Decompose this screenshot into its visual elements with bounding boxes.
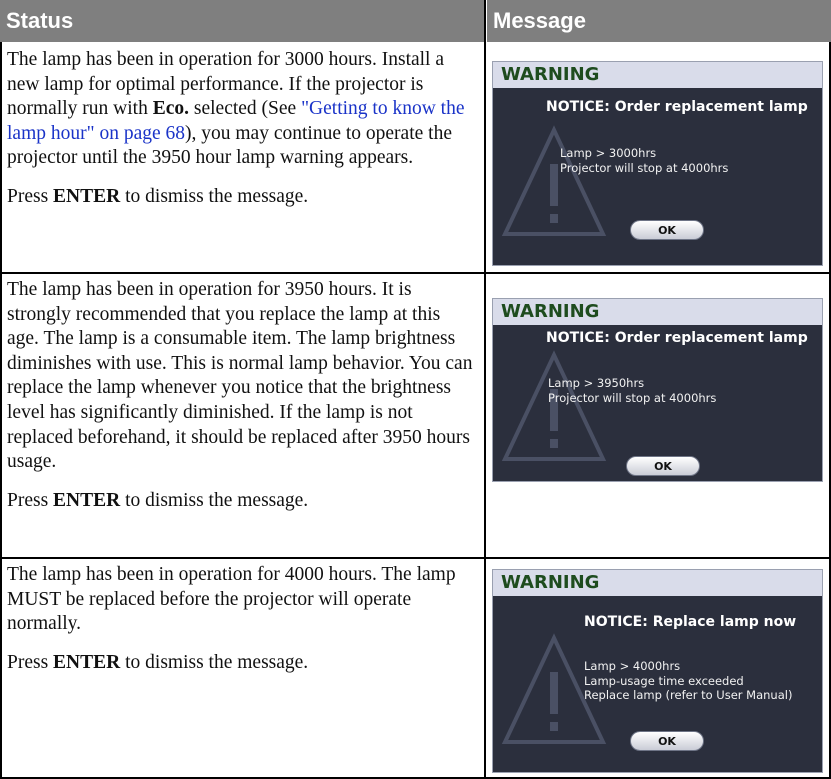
row-divider bbox=[0, 557, 831, 559]
table-row-status-cell: The lamp has been in operation for 3950 … bbox=[7, 278, 475, 527]
dismiss-instruction: Press ENTER to dismiss the message. bbox=[7, 651, 309, 673]
ok-button[interactable]: OK bbox=[630, 731, 704, 751]
dialog-notice: NOTICE: Replace lamp now bbox=[584, 614, 797, 630]
row-divider bbox=[0, 272, 831, 274]
warning-dialog: WARNING NOTICE: Order replacement lamp L… bbox=[492, 61, 823, 266]
dialog-details: Lamp > 3000hrs Projector will stop at 40… bbox=[560, 146, 729, 175]
dialog-details: Lamp > 4000hrs Lamp-usage time exceeded … bbox=[584, 659, 793, 702]
dialog-title: WARNING bbox=[493, 299, 822, 325]
dialog-notice: NOTICE: Order replacement lamp bbox=[546, 330, 808, 346]
warning-triangle-icon bbox=[501, 125, 607, 236]
table-column-divider bbox=[484, 0, 486, 779]
warning-triangle-icon bbox=[501, 350, 607, 461]
status-description: The lamp has been in operation for 3950 … bbox=[7, 279, 473, 473]
dialog-details: Lamp > 3950hrs Projector will stop at 40… bbox=[548, 376, 717, 405]
ok-button[interactable]: OK bbox=[630, 220, 704, 240]
dialog-title: WARNING bbox=[493, 62, 822, 88]
status-description: The lamp has been in operation for 4000 … bbox=[7, 564, 456, 635]
warning-dialog: WARNING NOTICE: Order replacement lamp L… bbox=[492, 298, 823, 482]
status-description: The lamp has been in operation for 3000 … bbox=[7, 49, 465, 169]
ok-button[interactable]: OK bbox=[626, 456, 700, 476]
warning-dialog: WARNING NOTICE: Replace lamp now Lamp > … bbox=[492, 569, 823, 773]
table-border-left bbox=[0, 42, 2, 779]
column-header-message: Message bbox=[487, 0, 831, 42]
dialog-title: WARNING bbox=[493, 570, 822, 596]
dismiss-instruction: Press ENTER to dismiss the message. bbox=[7, 185, 309, 207]
lamp-status-table: Status Message The lamp has been in oper… bbox=[0, 0, 831, 779]
table-row-status-cell: The lamp has been in operation for 4000 … bbox=[7, 563, 475, 689]
dialog-notice: NOTICE: Order replacement lamp bbox=[546, 99, 808, 115]
column-header-status: Status bbox=[0, 0, 484, 42]
table-row-status-cell: The lamp has been in operation for 3000 … bbox=[7, 48, 475, 224]
dismiss-instruction: Press ENTER to dismiss the message. bbox=[7, 489, 309, 511]
